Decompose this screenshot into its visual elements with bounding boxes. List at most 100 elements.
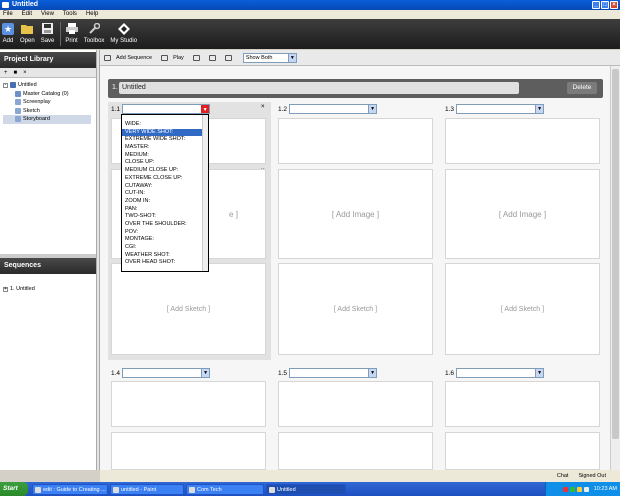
chevron-down-icon[interactable]: ▼ <box>201 369 210 377</box>
shot-type-select-1-3[interactable]: ▼ <box>456 104 545 114</box>
shot-header-1-4: 1.4 ▼ <box>111 368 211 378</box>
image-frame-1-2-top[interactable] <box>278 118 433 164</box>
delete-sequence-button[interactable]: Delete <box>567 82 597 94</box>
window-title: Untitled <box>12 1 39 8</box>
shot-type-select-1-6[interactable]: ▼ <box>456 368 545 378</box>
dropdown-option[interactable]: OVER THE SHOULDER: <box>122 221 208 229</box>
dropdown-option[interactable]: WEATHER SHOT: <box>122 252 208 260</box>
maximize-button[interactable]: □ <box>601 1 609 9</box>
image-frame-1-6[interactable] <box>445 432 600 470</box>
add-item-icon[interactable]: + <box>4 68 8 77</box>
collapse-icon[interactable]: - <box>3 82 8 88</box>
shot-type-dropdown-list: WIDE: VERY WIDE SHOT: EXTREME WIDE SHOT:… <box>121 114 209 272</box>
print-button[interactable]: Print <box>65 19 78 45</box>
play-button[interactable]: Play <box>173 55 184 61</box>
scrollbar-thumb[interactable] <box>612 69 619 439</box>
chevron-down-icon[interactable]: ▼ <box>368 369 377 377</box>
chevron-down-icon[interactable]: ▼ <box>201 105 210 113</box>
save-button[interactable]: Save <box>41 19 54 45</box>
dropdown-option[interactable]: MEDIUM CLOSE UP: <box>122 167 208 175</box>
dropdown-option-highlighted[interactable]: VERY WIDE SHOT: <box>122 128 208 137</box>
folder-small-icon[interactable]: ■ <box>14 68 18 77</box>
close-window-button[interactable]: × <box>610 1 618 9</box>
tree-item-screenplay[interactable]: Screenplay <box>3 98 91 107</box>
sequence-title-field[interactable]: Untitled <box>119 82 519 94</box>
minimize-button[interactable]: _ <box>592 1 600 9</box>
taskbar-item[interactable]: Com Tech <box>186 483 264 495</box>
vertical-scrollbar[interactable] <box>610 66 620 470</box>
taskbar-item[interactable]: untitled - Paint <box>110 483 184 495</box>
tray-icon[interactable] <box>576 486 582 492</box>
sketch-frame-1-1[interactable]: [ Add Sketch ] <box>111 263 266 355</box>
dropdown-option[interactable]: TWO-SHOT: <box>122 213 208 221</box>
play-icon[interactable] <box>161 54 169 61</box>
dropdown-option[interactable]: CUT-IN: <box>122 190 208 198</box>
chat-status[interactable]: Chat <box>557 473 569 479</box>
layout-one-icon[interactable] <box>192 54 200 61</box>
sequence-item[interactable]: +1. Untitled <box>3 285 35 294</box>
dropdown-option[interactable]: WIDE: <box>122 121 208 129</box>
image-frame-1-2[interactable]: [ Add Image ] <box>278 169 433 259</box>
image-frame-1-4[interactable] <box>111 432 266 470</box>
folder-icon <box>21 22 34 35</box>
image-frame-1-4-top[interactable] <box>111 381 266 427</box>
dropdown-option[interactable]: POV: <box>122 229 208 237</box>
image-frame-1-3-top[interactable] <box>445 118 600 164</box>
dropdown-option[interactable]: MEDIUM: <box>122 152 208 160</box>
shot-type-select-1-4[interactable]: ▼ <box>122 368 211 378</box>
chevron-down-icon[interactable]: ▼ <box>287 53 296 62</box>
dropdown-option[interactable]: EXTREME WIDE SHOT: <box>122 136 208 144</box>
tree-item-sketch[interactable]: Sketch <box>3 107 91 116</box>
dropdown-option[interactable]: CLOSE UP: <box>122 159 208 167</box>
layout-two-icon[interactable] <box>208 54 216 61</box>
dropdown-option[interactable]: EXTREME CLOSE UP: <box>122 175 208 183</box>
menu-view[interactable]: View <box>41 10 54 19</box>
chevron-down-icon[interactable]: ▼ <box>535 105 544 113</box>
add-button[interactable]: ★ Add <box>2 19 14 45</box>
start-button[interactable]: Start <box>0 482 28 496</box>
image-frame-1-5-top[interactable] <box>278 381 433 427</box>
remove-shot-icon[interactable]: × <box>261 104 265 110</box>
shot-type-select-1-2[interactable]: ▼ <box>289 104 378 114</box>
menu-tools[interactable]: Tools <box>63 10 77 19</box>
dropdown-option[interactable]: MONTAGE: <box>122 236 208 244</box>
tray-icon[interactable] <box>562 486 568 492</box>
add-sequence-button[interactable]: Add Sequence <box>116 55 152 61</box>
delete-item-icon[interactable]: × <box>23 68 27 77</box>
taskbar-item-active[interactable]: Untitled <box>266 483 346 495</box>
my-studio-button[interactable]: My Studio <box>110 19 137 45</box>
tray-icon[interactable] <box>569 486 575 492</box>
chevron-down-icon[interactable]: ▼ <box>535 369 544 377</box>
expand-icon[interactable]: + <box>3 286 8 292</box>
menu-file[interactable]: File <box>3 10 13 19</box>
add-sequence-icon[interactable] <box>104 54 111 61</box>
toolbox-button[interactable]: Toolbox <box>84 19 104 45</box>
signed-status[interactable]: Signed Out <box>578 473 606 479</box>
tree-item-master-catalog[interactable]: Master Catalog (0) <box>3 90 91 99</box>
sequences-header: Sequences <box>0 258 96 274</box>
dropdown-option[interactable]: ZOOM IN: <box>122 198 208 206</box>
tree-item-storyboard[interactable]: Storyboard <box>3 115 91 124</box>
open-button[interactable]: Open <box>20 19 35 45</box>
image-frame-1-3[interactable]: [ Add Image ] <box>445 169 600 259</box>
tree-item-untitled[interactable]: - Untitled <box>3 81 91 90</box>
menu-edit[interactable]: Edit <box>22 10 32 19</box>
sketch-frame-1-2[interactable]: [ Add Sketch ] <box>278 263 433 355</box>
dropdown-option[interactable]: PAN: <box>122 206 208 214</box>
dropdown-option[interactable]: CGI: <box>122 244 208 252</box>
menu-help[interactable]: Help <box>86 10 98 19</box>
chevron-down-icon[interactable]: ▼ <box>368 105 377 113</box>
layout-three-icon[interactable] <box>224 54 232 61</box>
image-frame-1-6-top[interactable] <box>445 381 600 427</box>
dropdown-scrollbar[interactable] <box>202 115 208 271</box>
tray-icon[interactable] <box>583 486 589 492</box>
image-frame-1-5[interactable] <box>278 432 433 470</box>
sketch-frame-1-3[interactable]: [ Add Sketch ] <box>445 263 600 355</box>
dropdown-option[interactable]: MASTER: <box>122 144 208 152</box>
shot-type-select-1-1[interactable]: ▼ <box>122 104 211 114</box>
view-mode-select[interactable]: Show Both ▼ <box>242 52 297 63</box>
dropdown-option[interactable]: CUTAWAY: <box>122 183 208 191</box>
shot-type-select-1-5[interactable]: ▼ <box>289 368 378 378</box>
taskbar-item[interactable]: edit : Guide to Creating ... <box>32 483 108 495</box>
dropdown-option[interactable]: OVER HEAD SHOT: <box>122 259 208 267</box>
